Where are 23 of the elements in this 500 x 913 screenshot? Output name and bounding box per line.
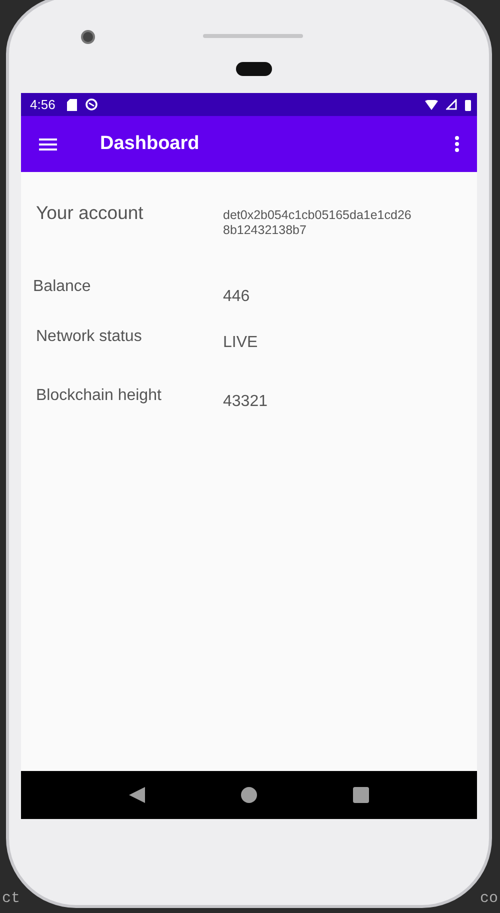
field-value: LIVE — [223, 333, 259, 352]
more-options-icon[interactable] — [455, 136, 459, 152]
field-label: Balance — [32, 278, 92, 297]
sd-card-icon — [67, 98, 78, 110]
app-bar-title: Dashboard — [100, 133, 200, 155]
back-icon[interactable] — [129, 787, 145, 803]
battery-icon — [465, 98, 471, 110]
field-label: Network status — [35, 328, 143, 347]
home-icon[interactable] — [241, 787, 257, 803]
signal-icon — [446, 99, 457, 110]
field-value: 446 — [223, 287, 251, 306]
sensor-icon — [236, 62, 272, 76]
sync-icon — [85, 98, 98, 111]
background-code-text: co — [480, 890, 498, 907]
camera-icon — [81, 30, 95, 44]
field-label: Your account — [35, 202, 144, 225]
wifi-icon — [425, 100, 438, 110]
field-label: Blockchain height — [35, 387, 162, 406]
menu-icon[interactable] — [39, 138, 57, 150]
field-value: det0x2b054c1cb05165da1e1cd26 8b12432138b7 — [223, 207, 412, 238]
field-value: 43321 — [223, 392, 268, 411]
background-code-text: ct — [2, 890, 20, 907]
status-time: 4:56 — [30, 97, 56, 112]
